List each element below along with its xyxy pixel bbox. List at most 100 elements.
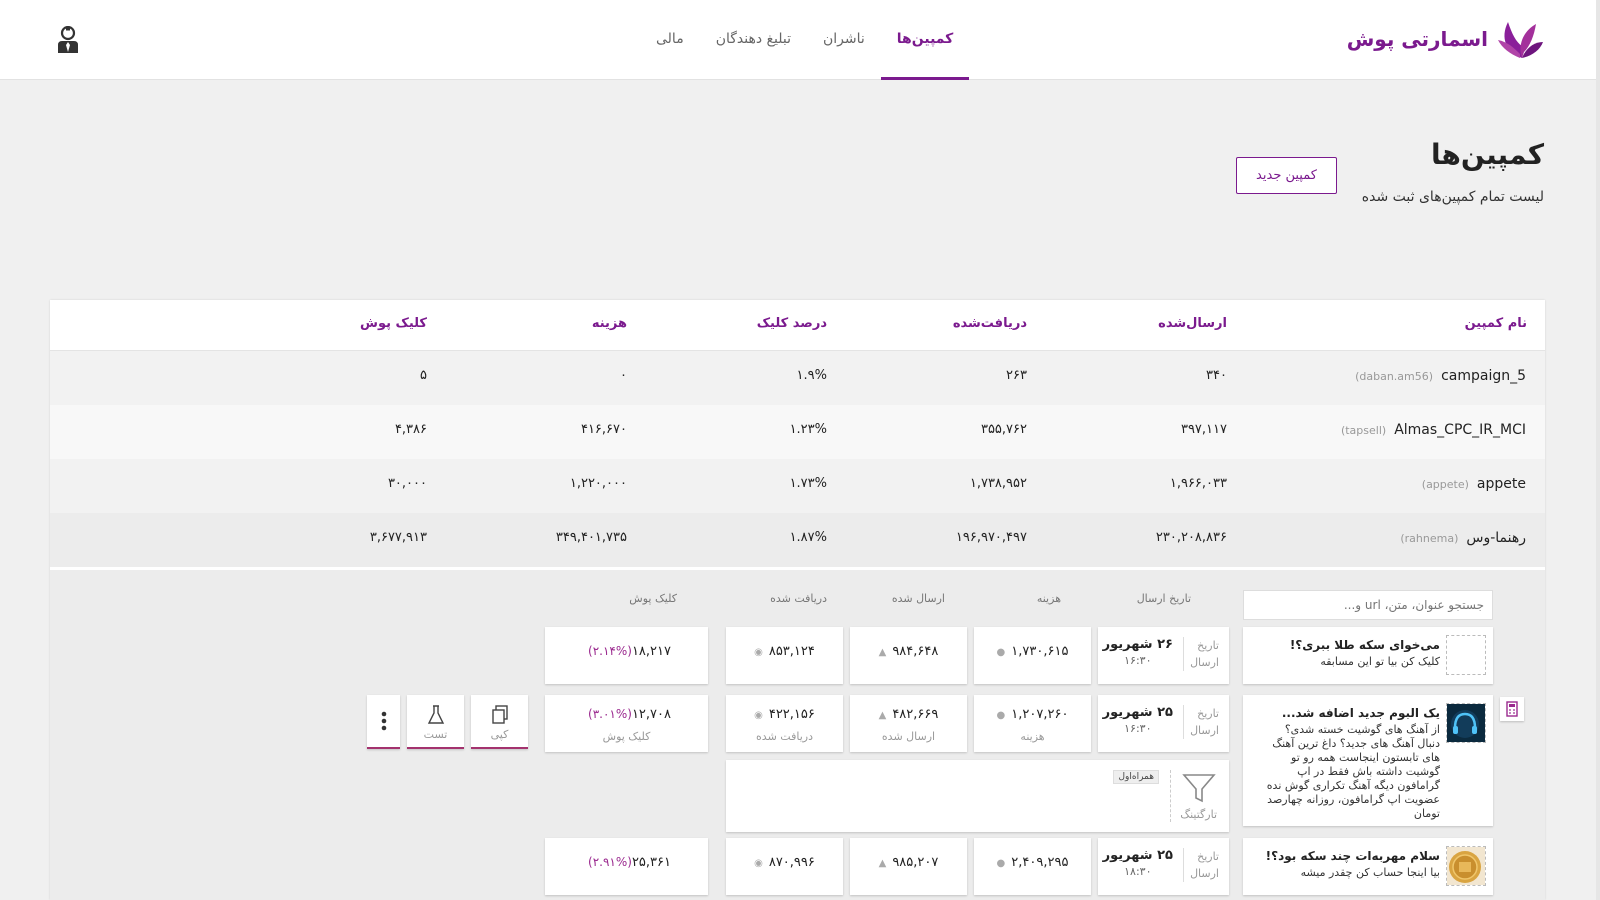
sub-header-clicks: کلیک پوش — [629, 592, 677, 605]
date-label: تاریخ ارسال — [1183, 848, 1219, 882]
campaign-name-cell: Almas_CPC_IR_MCI (tapsell) — [1341, 422, 1526, 438]
main-nav: مالی تبلیغ دهندگان ناشران کمپین‌ها — [640, 0, 970, 80]
campaign-name: رهنما-وس — [1466, 530, 1526, 546]
nav-publishers[interactable]: ناشران — [807, 0, 881, 80]
nav-finance[interactable]: مالی — [640, 0, 700, 80]
push-clicks: ۱۲,۷۰۸ — [631, 707, 671, 722]
brand-logo-icon — [1498, 22, 1543, 58]
push-clicks-card: ۱۸,۲۱۷(۲.۱۴%) — [545, 627, 708, 684]
push-title: سلام مهربه‌ات چند سکه بود؟! — [1265, 849, 1440, 863]
campaigns-table: نام کمپین ارسال‌شده دریافت‌شده درصد کلیک… — [50, 300, 1545, 900]
person-icon: ▲ — [878, 858, 887, 869]
push-sent-card: ۹۸۴,۶۴۸ ▲ — [850, 627, 967, 684]
push-content-card[interactable]: یک البوم جدید اضافه شد... از آهنگ های گو… — [1243, 695, 1493, 826]
push-image-headphones — [1446, 703, 1486, 743]
push-received: ۸۵۳,۱۲۴ — [768, 644, 815, 659]
table-header: نام کمپین ارسال‌شده دریافت‌شده درصد کلیک… — [50, 300, 1545, 351]
push-date: ۲۶ شهریور ۱۶:۳۰ — [1102, 637, 1173, 667]
push-image-coin — [1446, 846, 1486, 886]
coin-icon: ● — [996, 647, 1006, 658]
col-header-ctr[interactable]: درصد کلیک — [757, 316, 827, 331]
col-header-cost[interactable]: هزینه — [592, 316, 627, 331]
table-row[interactable]: appete (appete) ۱,۹۶۶,۰۳۳ ۱,۷۳۸,۹۵۲ ۱.۷۳… — [50, 459, 1545, 513]
push-text: از آهنگ های گوشیت خسته شدی؟ دنبال آهنگ ه… — [1266, 723, 1440, 820]
more-button[interactable] — [367, 695, 400, 749]
push-cost: ۲,۴۰۹,۲۹۵ — [1011, 855, 1069, 870]
col-header-name[interactable]: نام کمپین — [1465, 316, 1527, 331]
push-search-input[interactable] — [1243, 590, 1493, 620]
campaign-publisher: (appete) — [1421, 478, 1469, 491]
flask-icon — [427, 705, 444, 724]
campaign-name: campaign_5 — [1441, 368, 1526, 384]
eye-icon: ◉ — [754, 710, 763, 721]
push-click-percent: (۳.۰۱%) — [588, 707, 632, 721]
page-subtitle: لیست تمام کمپین‌های ثبت شده — [1361, 189, 1544, 205]
push-date-card: تاریخ ارسال ۲۵ شهریور ۱۸:۳۰ — [1098, 838, 1229, 895]
clicks-cell: ۳,۶۷۷,۹۱۳ — [369, 530, 427, 545]
push-clicks: ۲۵,۳۶۱ — [631, 855, 671, 870]
col-header-clicks[interactable]: کلیک پوش — [360, 316, 427, 331]
copy-icon — [491, 705, 508, 724]
push-date: ۲۵ شهریور ۱۶:۳۰ — [1102, 705, 1173, 735]
eye-icon: ◉ — [754, 647, 763, 658]
new-campaign-button[interactable]: کمپین جدید — [1236, 157, 1337, 194]
calculator-icon[interactable] — [1500, 697, 1524, 721]
push-received-label: دریافت شده — [756, 730, 813, 743]
received-cell: ۲۶۳ — [1006, 368, 1027, 383]
campaign-pushes-panel: تاریخ ارسال هزینه ارسال شده دریافت شده ک… — [50, 570, 1545, 900]
copy-label: کپی — [490, 728, 509, 741]
test-label: تست — [423, 728, 448, 741]
col-header-sent[interactable]: ارسال‌شده — [1158, 316, 1227, 331]
push-date-card: تاریخ ارسال ۲۶ شهریور ۱۶:۳۰ — [1098, 627, 1229, 684]
date-label: تاریخ ارسال — [1183, 637, 1219, 671]
push-clicks-card: ۱۲,۷۰۸(۳.۰۱%) کلیک پوش — [545, 695, 708, 752]
targeting-card[interactable]: تارگتینگ همراه‌اول — [726, 760, 1229, 832]
person-icon: ▲ — [878, 647, 887, 658]
push-received-card: ۸۷۰,۹۹۶ ◉ — [726, 838, 843, 895]
user-account-icon[interactable] — [57, 26, 79, 54]
col-header-received[interactable]: دریافت‌شده — [953, 316, 1027, 331]
push-cost-label: هزینه — [1020, 730, 1045, 743]
copy-button[interactable]: کپی — [471, 695, 528, 749]
push-received: ۴۲۲,۱۵۶ — [768, 707, 815, 722]
page-scrollbar[interactable] — [1596, 0, 1600, 900]
table-row[interactable]: campaign_5 (daban.am56) ۳۴۰ ۲۶۳ ۱.۹% ۰ ۵ — [50, 351, 1545, 405]
ctr-cell: ۱.۲۳% — [789, 422, 827, 437]
more-vertical-icon — [381, 711, 386, 731]
push-date: ۲۵ شهریور ۱۸:۳۰ — [1102, 848, 1173, 878]
push-cost-card: ۲,۴۰۹,۲۹۵ ● — [974, 838, 1091, 895]
cost-cell: ۴۱۶,۶۷۰ — [580, 422, 627, 437]
eye-icon: ◉ — [754, 858, 763, 869]
table-row[interactable]: Almas_CPC_IR_MCI (tapsell) ۳۹۷,۱۱۷ ۳۵۵,۷… — [50, 405, 1545, 459]
nav-campaigns[interactable]: کمپین‌ها — [880, 0, 970, 80]
clicks-cell: ۴,۳۸۶ — [394, 422, 427, 437]
campaign-name: appete — [1476, 476, 1526, 492]
targeting-tag: همراه‌اول — [1113, 770, 1159, 784]
campaign-name-cell: appete (appete) — [1422, 476, 1526, 492]
push-image-placeholder — [1446, 635, 1486, 675]
cost-cell: ۳۴۹,۴۰۱,۷۳۵ — [555, 530, 627, 545]
push-date-card: تاریخ ارسال ۲۵ شهریور ۱۶:۳۰ — [1098, 695, 1229, 752]
push-cost: ۱,۷۳۰,۶۱۵ — [1011, 644, 1069, 659]
brand[interactable]: اسمارتی پوش — [1347, 18, 1544, 60]
clicks-cell: ۵ — [420, 368, 427, 383]
push-cost-card: ۱,۲۰۷,۲۶۰ ● هزینه — [974, 695, 1091, 752]
push-clicks-card: ۲۵,۳۶۱(۲.۹۱%) — [545, 838, 708, 895]
campaign-publisher: (tapsell) — [1340, 424, 1387, 437]
campaign-name-cell: campaign_5 (daban.am56) — [1355, 368, 1526, 384]
push-title: یک البوم جدید اضافه شد... — [1281, 706, 1440, 720]
push-content-card[interactable]: سلام مهربه‌ات چند سکه بود؟! بیا اینجا حس… — [1243, 838, 1493, 895]
coin-icon: ● — [996, 858, 1006, 869]
push-click-percent: (۲.۱۴%) — [588, 644, 632, 658]
push-content-card[interactable]: می‌خوای سکه طلا ببری؟! کلیک کن بیا تو ای… — [1243, 627, 1493, 684]
push-text: بیا اینجا حساب کن چقدر میشه — [1300, 866, 1440, 879]
page-title: کمپین‌ها — [1430, 138, 1544, 171]
nav-advertisers[interactable]: تبلیغ دهندگان — [700, 0, 807, 80]
received-cell: ۱,۷۳۸,۹۵۲ — [969, 476, 1027, 491]
test-button[interactable]: تست — [407, 695, 464, 749]
table-row-expanded[interactable]: رهنما-وس (rahnema) ۲۳۰,۲۰۸,۸۳۶ ۱۹۶,۹۷۰,۴… — [50, 513, 1545, 567]
campaign-name-cell: رهنما-وس (rahnema) — [1400, 530, 1526, 546]
sub-header-date: تاریخ ارسال — [1136, 592, 1191, 605]
person-icon: ▲ — [878, 710, 887, 721]
sub-header-sent: ارسال شده — [891, 592, 945, 605]
